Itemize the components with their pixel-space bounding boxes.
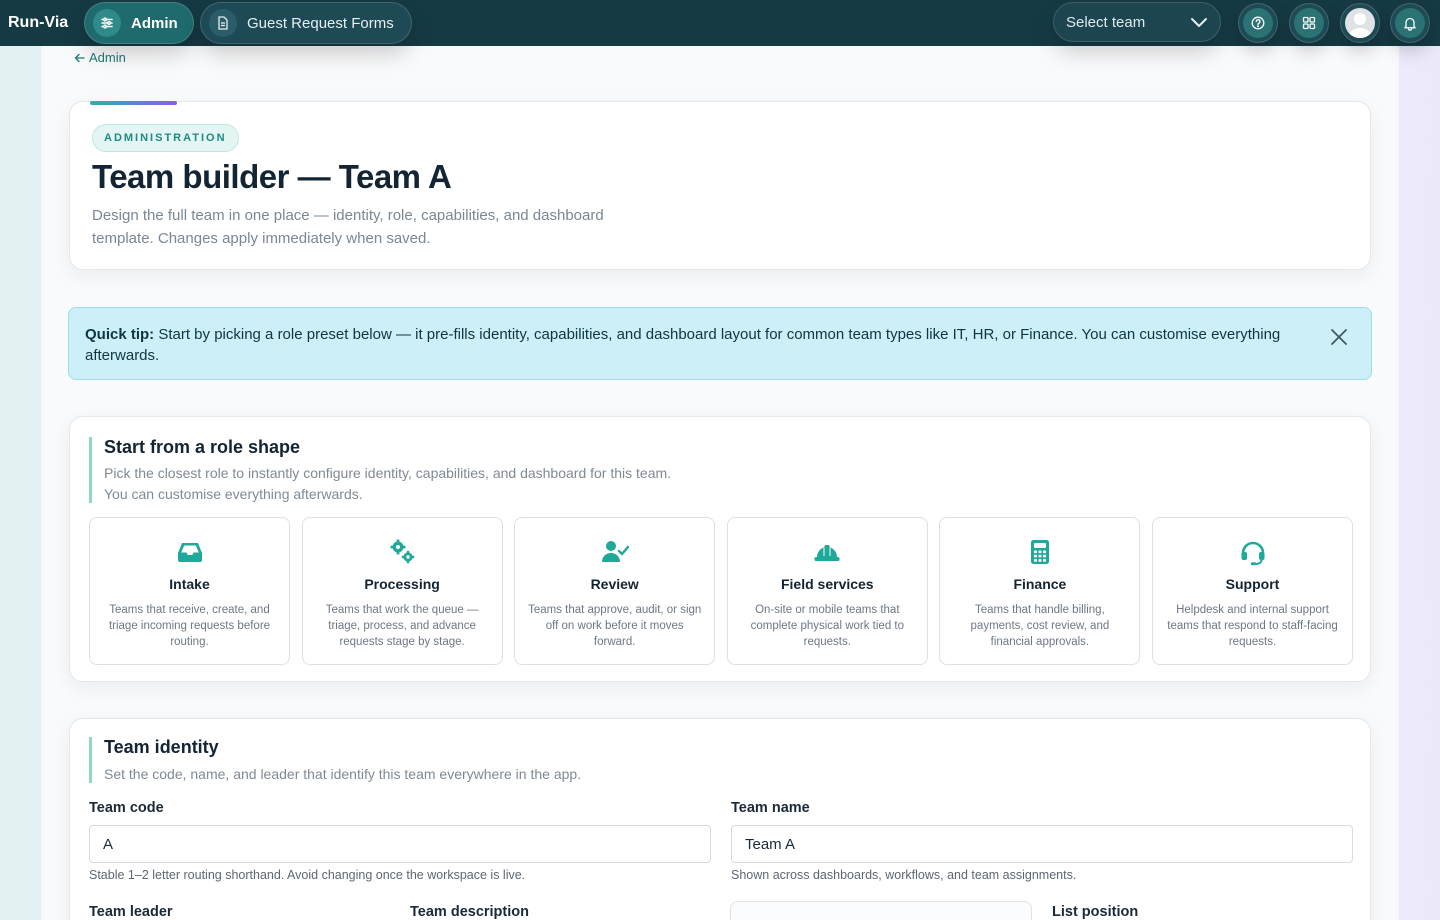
avatar	[1345, 8, 1375, 38]
identity-section-subtitle: Set the code, name, and leader that iden…	[104, 766, 582, 782]
team-identity-card: Team identity Set the code, name, and le…	[69, 718, 1371, 920]
user-check-icon	[601, 541, 629, 562]
help-button[interactable]	[1238, 3, 1278, 43]
team-code-input[interactable]: A	[89, 825, 711, 863]
role-section-header: Start from a role shape Pick the closest…	[89, 437, 689, 503]
role-name: Processing	[364, 576, 440, 592]
role-card-field-services[interactable]: Field services On-site or mobile teams t…	[726, 517, 928, 665]
team-code-label: Team code	[89, 800, 164, 816]
quick-tip-text: Start by picking a role preset below — i…	[85, 326, 1281, 364]
role-description: On-site or mobile teams that complete ph…	[750, 604, 904, 648]
role-card-processing[interactable]: Processing Teams that work the queue — t…	[301, 517, 503, 665]
help-icon	[1243, 8, 1273, 38]
team-leader-label: Team leader	[89, 904, 173, 920]
apps-button[interactable]	[1289, 3, 1329, 43]
document-icon	[209, 9, 237, 37]
top-bar: Run-Via Admin Guest Request Forms Select…	[0, 0, 1440, 46]
role-description: Teams that handle billing, payments, cos…	[970, 604, 1110, 648]
role-name: Support	[1225, 576, 1280, 592]
notifications-button[interactable]	[1390, 3, 1430, 43]
brand-logo[interactable]: Run-Via	[8, 14, 84, 32]
breadcrumb[interactable]: Admin	[74, 50, 126, 65]
nav-guest-forms-button[interactable]: Guest Request Forms	[200, 2, 412, 44]
role-card-review[interactable]: Review Teams that approve, audit, or sig…	[514, 517, 716, 665]
role-section-subtitle: Pick the closest role to instantly confi…	[104, 465, 672, 502]
page-header-card: ADMINISTRATION Team builder — Team A Des…	[69, 101, 1371, 270]
role-name: Field services	[780, 576, 874, 592]
team-select-value: Select team	[1066, 13, 1146, 31]
nav-admin-label: Admin	[131, 14, 178, 32]
calculator-icon	[1030, 540, 1049, 564]
team-color-picker[interactable]	[730, 901, 1032, 920]
gears-icon	[390, 539, 415, 564]
list-position-label: List position	[1052, 904, 1139, 920]
sliders-icon	[93, 9, 121, 37]
breadcrumb-admin-link[interactable]: Admin	[89, 50, 126, 65]
role-card-intake[interactable]: Intake Teams that receive, create, and t…	[89, 517, 290, 665]
role-shape-card: Start from a role shape Pick the closest…	[69, 416, 1371, 682]
role-section-title: Start from a role shape	[104, 437, 301, 457]
role-name: Intake	[169, 576, 210, 592]
nav-guest-forms-label: Guest Request Forms	[247, 14, 394, 32]
role-description: Teams that work the queue — triage, proc…	[325, 604, 479, 648]
headset-icon	[1241, 541, 1264, 566]
role-grid: Intake Teams that receive, create, and t…	[89, 517, 1353, 665]
team-name-input[interactable]: Team A	[731, 825, 1353, 863]
profile-button[interactable]	[1340, 3, 1380, 43]
bell-icon	[1395, 8, 1425, 38]
role-card-finance[interactable]: Finance Teams that handle billing, payme…	[939, 517, 1141, 665]
quick-tip-lead: Quick tip:	[85, 326, 155, 343]
header-accent-bar	[90, 101, 177, 105]
page-subtitle: Design the full team in one place — iden…	[92, 207, 604, 247]
role-description: Helpdesk and internal support teams that…	[1167, 604, 1338, 648]
role-description: Teams that receive, create, and triage i…	[108, 604, 271, 648]
identity-section-header: Team identity Set the code, name, and le…	[89, 737, 689, 783]
page-title: Team builder — Team A	[92, 158, 452, 195]
grid-icon	[1294, 8, 1324, 38]
inbox-icon	[177, 543, 202, 562]
role-card-support[interactable]: Support Helpdesk and internal support te…	[1152, 517, 1353, 665]
role-name: Finance	[1013, 576, 1067, 592]
identity-section-title: Team identity	[104, 737, 219, 757]
team-name-help: Shown across dashboards, workflows, and …	[731, 868, 1077, 882]
team-description-label: Team description	[410, 904, 529, 920]
role-name: Review	[590, 576, 639, 592]
team-code-help: Stable 1–2 letter routing shorthand. Avo…	[89, 868, 526, 882]
section-badge: ADMINISTRATION	[92, 124, 239, 152]
quick-tip-banner: Quick tip: Start by picking a role prese…	[68, 307, 1372, 380]
arrow-left-icon	[74, 53, 85, 62]
team-select[interactable]: Select team	[1053, 2, 1221, 42]
hard-hat-icon	[814, 545, 840, 561]
close-icon[interactable]	[1329, 327, 1349, 347]
nav-admin-button[interactable]: Admin	[84, 2, 194, 44]
team-name-label: Team name	[731, 800, 810, 816]
chevron-down-icon	[1191, 18, 1207, 27]
role-description: Teams that approve, audit, or sign off o…	[528, 604, 702, 648]
